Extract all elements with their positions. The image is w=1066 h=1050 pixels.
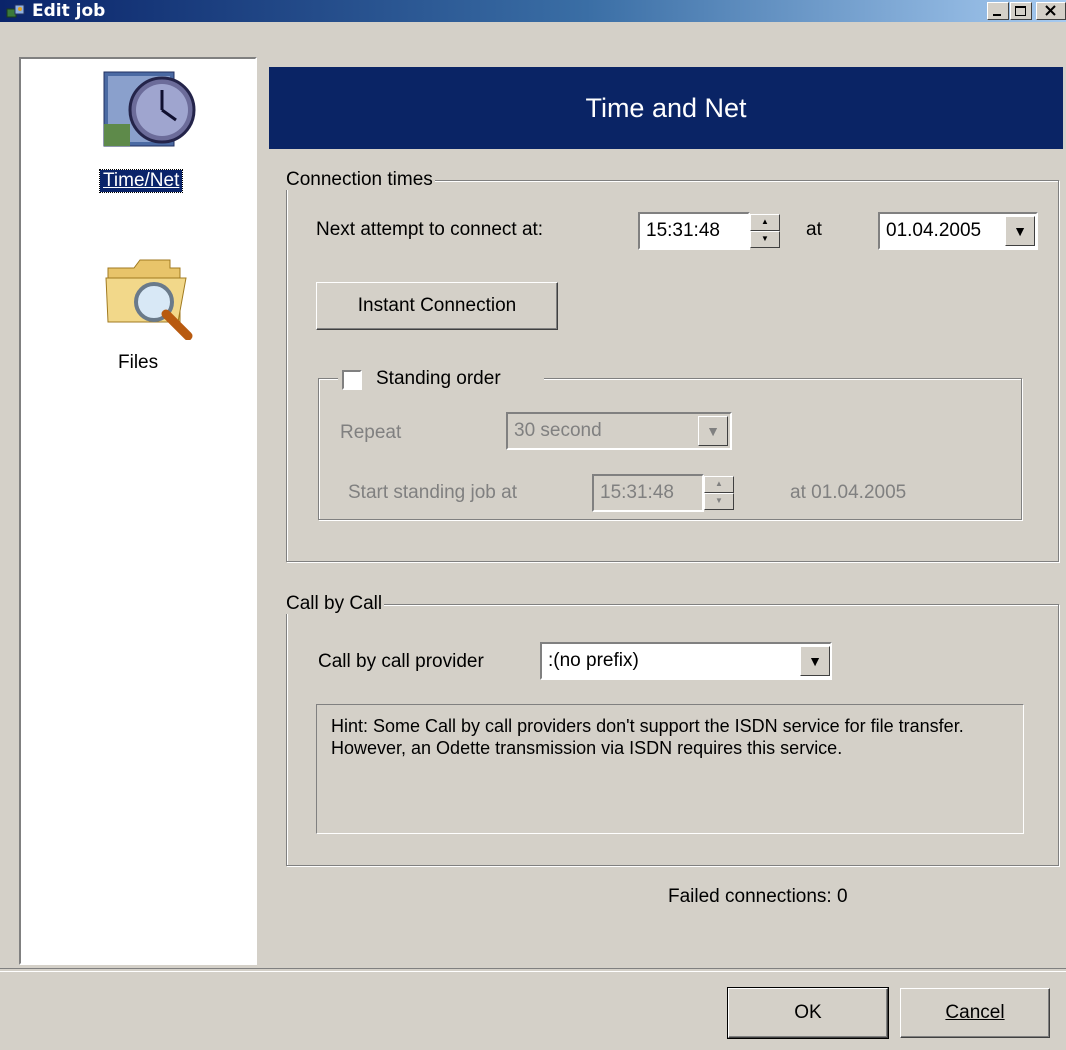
spin-down-icon[interactable]: ▼ bbox=[704, 493, 734, 510]
failed-connections-text: Failed connections: 0 bbox=[668, 886, 848, 907]
maximize-icon bbox=[1015, 6, 1026, 16]
clock-icon[interactable] bbox=[102, 68, 200, 150]
start-standing-job-label: Start standing job at bbox=[348, 482, 517, 503]
connection-times-legend: Connection times bbox=[284, 169, 435, 190]
minimize-button[interactable] bbox=[987, 2, 1009, 20]
sidebar bbox=[19, 57, 257, 965]
window-title: Edit job bbox=[32, 1, 106, 21]
close-icon bbox=[1045, 5, 1056, 16]
call-by-call-legend: Call by Call bbox=[284, 593, 385, 614]
time-spinner[interactable]: ▲ ▼ bbox=[750, 214, 780, 248]
next-attempt-label: Next attempt to connect at: bbox=[316, 219, 544, 240]
cancel-button[interactable]: Cancel bbox=[900, 988, 1050, 1038]
spin-up-icon[interactable]: ▲ bbox=[704, 476, 734, 493]
repeat-dropdown-button[interactable]: ▼ bbox=[698, 416, 728, 446]
sidebar-item-time-net[interactable]: Time/Net bbox=[98, 169, 184, 193]
start-time-field[interactable]: 15:31:48 bbox=[592, 474, 704, 512]
repeat-label: Repeat bbox=[340, 422, 402, 443]
app-icon bbox=[6, 4, 25, 18]
ok-button[interactable]: OK bbox=[727, 987, 889, 1039]
provider-select[interactable]: :(no prefix) bbox=[540, 642, 832, 680]
date-dropdown-button[interactable]: ▼ bbox=[1005, 216, 1035, 246]
at-label: at bbox=[806, 219, 822, 240]
next-attempt-time-field[interactable]: 15:31:48 bbox=[638, 212, 750, 250]
spin-down-icon[interactable]: ▼ bbox=[750, 231, 780, 248]
standing-order-label: Standing order bbox=[376, 368, 501, 389]
start-time-spinner[interactable]: ▲ ▼ bbox=[704, 476, 734, 510]
provider-dropdown-button[interactable]: ▼ bbox=[800, 646, 830, 676]
footer-separator bbox=[0, 968, 1066, 972]
title-bar[interactable] bbox=[0, 0, 1066, 22]
start-date-text: at 01.04.2005 bbox=[790, 482, 907, 503]
minimize-icon bbox=[993, 14, 1001, 16]
folder-search-icon[interactable] bbox=[104, 248, 196, 340]
hint-text: Hint: Some Call by call providers don't … bbox=[316, 704, 1024, 834]
provider-label: Call by call provider bbox=[318, 651, 484, 672]
spin-up-icon[interactable]: ▲ bbox=[750, 214, 780, 231]
standing-order-checkbox[interactable] bbox=[342, 370, 362, 390]
maximize-button[interactable] bbox=[1010, 2, 1032, 20]
page-title: Time and Net bbox=[269, 67, 1063, 149]
instant-connection-button[interactable]: Instant Connection bbox=[316, 282, 558, 330]
sidebar-item-files[interactable]: Files bbox=[118, 352, 158, 374]
close-button[interactable] bbox=[1036, 2, 1066, 20]
